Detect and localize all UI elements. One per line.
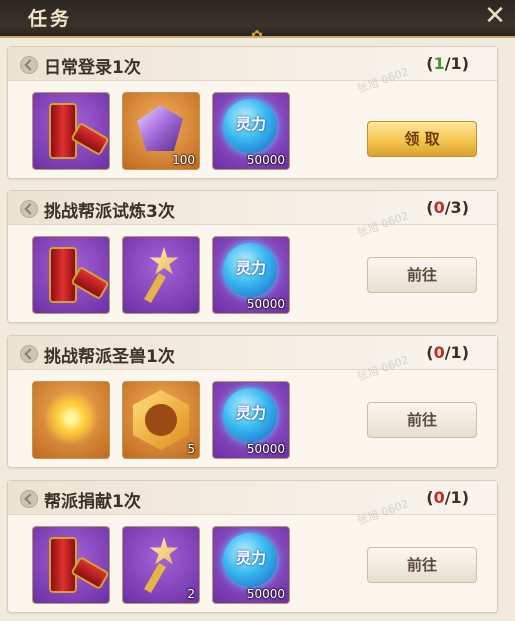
key-shaft <box>144 563 166 593</box>
task-card: 挑战帮派圣兽1次 (0/1) 5 灵力 50000 前往 <box>7 335 498 468</box>
task-name: 挑战帮派圣兽1次 <box>44 347 175 367</box>
reward-qty: 50000 <box>246 297 285 311</box>
beast-badge-icon <box>133 390 189 450</box>
task-progress: (0/1) <box>426 343 469 362</box>
reward-qty: 50000 <box>246 442 285 456</box>
reward-item[interactable] <box>32 381 110 459</box>
task-header: 挑战帮派圣兽1次 (0/1) <box>8 336 497 370</box>
bullet-icon <box>20 200 38 218</box>
orb-label: 灵力 <box>235 259 266 277</box>
task-name: 挑战帮派试炼3次 <box>44 202 175 222</box>
key-shaft <box>144 273 166 303</box>
firecracker-icon <box>49 103 77 159</box>
task-header: 挑战帮派试炼3次 (0/3) <box>8 191 497 225</box>
progress-done: 0 <box>433 488 445 507</box>
bullet-icon <box>20 56 38 74</box>
window-title: 任务 <box>28 8 73 30</box>
reward-item[interactable]: 灵力 50000 <box>212 526 290 604</box>
progress-total: 3 <box>450 198 462 217</box>
progress-done: 1 <box>433 54 445 73</box>
orb-label: 灵力 <box>235 549 266 567</box>
star-key-icon <box>143 537 179 593</box>
task-list: 日常登录1次 (1/1) 100 灵力 50000 领 取 挑战帮派试炼3次 (… <box>0 38 515 621</box>
progress-total: 1 <box>450 488 462 507</box>
crystal-icon <box>137 105 183 151</box>
reward-item[interactable] <box>122 236 200 314</box>
task-card: 挑战帮派试炼3次 (0/3) 灵力 50000 前往 <box>7 190 498 323</box>
reward-qty: 100 <box>172 153 195 167</box>
firecracker-icon <box>49 537 77 593</box>
reward-item[interactable] <box>32 92 110 170</box>
task-progress: (1/1) <box>426 54 469 73</box>
reward-item[interactable]: 灵力 50000 <box>212 381 290 459</box>
reward-qty: 5 <box>187 442 195 456</box>
reward-qty: 50000 <box>246 587 285 601</box>
goto-button[interactable]: 前往 <box>367 402 477 438</box>
reward-item[interactable] <box>32 526 110 604</box>
progress-total: 1 <box>450 343 462 362</box>
task-card: 日常登录1次 (1/1) 100 灵力 50000 领 取 <box>7 46 498 179</box>
orb-label: 灵力 <box>235 115 266 133</box>
reward-item[interactable]: 灵力 50000 <box>212 92 290 170</box>
close-icon[interactable]: ✕ <box>483 3 507 29</box>
reward-qty: 50000 <box>246 153 285 167</box>
claim-button[interactable]: 领 取 <box>367 121 477 157</box>
task-progress: (0/3) <box>426 198 469 217</box>
goto-button[interactable]: 前往 <box>367 547 477 583</box>
task-header: 日常登录1次 (1/1) <box>8 47 497 81</box>
progress-total: 1 <box>450 54 462 73</box>
reward-item[interactable]: 100 <box>122 92 200 170</box>
orb-label: 灵力 <box>235 404 266 422</box>
firecracker-icon <box>49 247 77 303</box>
reward-item[interactable]: 2 <box>122 526 200 604</box>
bullet-icon <box>20 345 38 363</box>
task-progress: (0/1) <box>426 488 469 507</box>
key-star <box>149 537 179 565</box>
reward-item[interactable] <box>32 236 110 314</box>
progress-done: 0 <box>433 343 445 362</box>
progress-done: 0 <box>433 198 445 217</box>
goto-button[interactable]: 前往 <box>367 257 477 293</box>
reward-item[interactable]: 灵力 50000 <box>212 236 290 314</box>
reward-item[interactable]: 5 <box>122 381 200 459</box>
reward-qty: 2 <box>187 587 195 601</box>
task-name: 帮派捐献1次 <box>44 492 141 512</box>
window-header: 任务 ✿ ✕ <box>0 0 515 44</box>
bullet-icon <box>20 490 38 508</box>
fireworks-icon <box>39 386 103 450</box>
task-header: 帮派捐献1次 (0/1) <box>8 481 497 515</box>
task-card: 帮派捐献1次 (0/1) 2 灵力 50000 前往 <box>7 480 498 613</box>
star-key-icon <box>143 247 179 303</box>
key-star <box>149 247 179 275</box>
task-name: 日常登录1次 <box>44 58 141 78</box>
